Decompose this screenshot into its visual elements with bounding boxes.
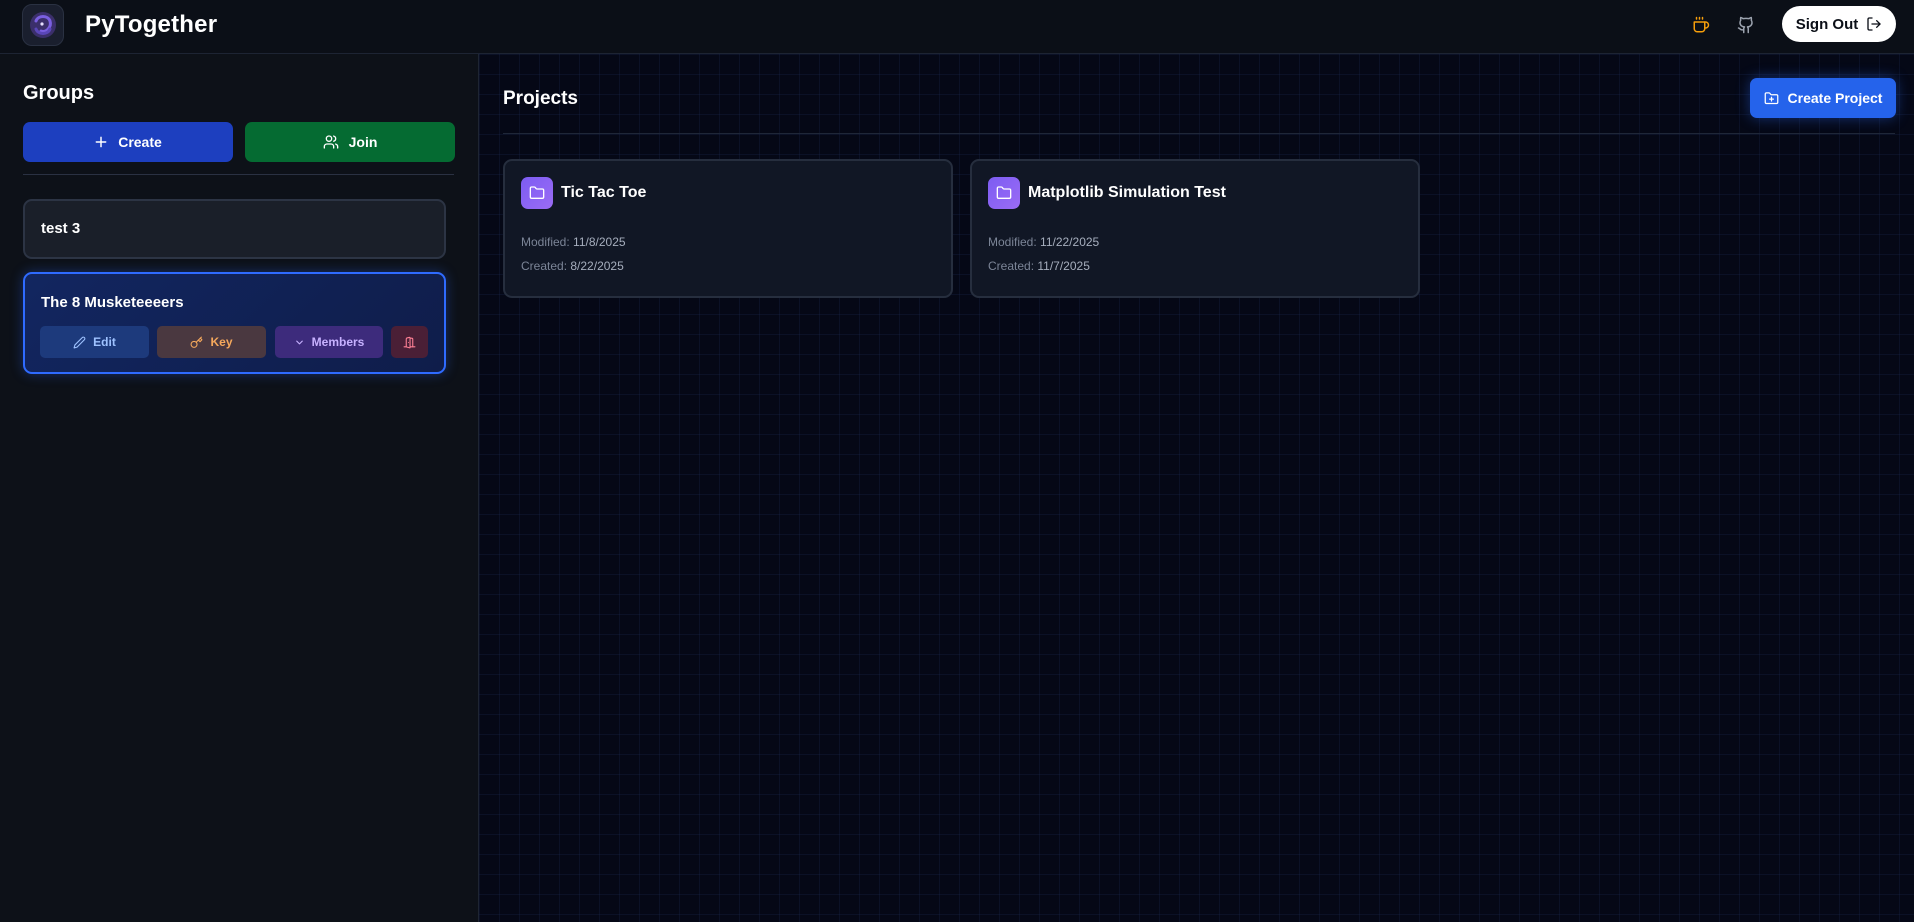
chevron-down-icon [294,337,305,348]
modified-label: Modified: [521,235,570,249]
project-modified: Modified: 11/8/2025 [521,235,626,249]
projects-title: Projects [503,88,578,109]
edit-label: Edit [93,335,116,349]
projects-panel: Projects Create Project Tic Tac Toe Modi… [479,54,1914,922]
github-icon[interactable] [1734,13,1758,37]
members-label: Members [311,335,365,349]
modified-date: 11/8/2025 [573,235,626,249]
sign-out-button[interactable]: Sign Out [1782,6,1896,42]
groups-title: Groups [23,82,95,104]
modified-date: 11/22/2025 [1040,235,1100,249]
key-label: Key [210,335,233,349]
top-bar: PyTogether Sign Out [0,0,1914,54]
join-group-button[interactable]: Join [245,122,455,162]
key-icon [190,336,203,349]
created-label: Created: [988,259,1035,273]
plus-icon [94,135,108,149]
sign-out-icon [1866,16,1882,32]
folder-icon [988,177,1020,209]
create-project-label: Create Project [1787,90,1883,106]
create-group-label: Create [118,134,162,150]
group-item-the-8-musketeeeers[interactable]: The 8 Musketeeeers Edit Key Members [23,272,446,374]
door-exit-icon [403,336,416,349]
join-group-label: Join [348,134,378,150]
create-group-button[interactable]: Create [23,122,233,162]
project-created: Created: 11/7/2025 [988,259,1090,273]
project-created: Created: 8/22/2025 [521,259,624,273]
group-name: The 8 Musketeeeers [41,294,184,311]
users-icon [323,134,339,150]
leave-group-button[interactable] [391,326,428,358]
members-toggle-button[interactable]: Members [275,326,383,358]
modified-label: Modified: [988,235,1037,249]
group-item-test-3[interactable]: test 3 [23,199,446,259]
created-date: 11/7/2025 [1037,259,1090,273]
sidebar-divider [23,174,454,175]
project-name: Matplotlib Simulation Test [1028,184,1226,201]
group-key-button[interactable]: Key [157,326,266,358]
created-date: 8/22/2025 [570,259,624,273]
pencil-icon [73,336,86,349]
group-name: test 3 [41,220,81,237]
folder-plus-icon [1764,91,1779,106]
sign-out-label: Sign Out [1795,15,1859,33]
project-card-matplotlib-simulation-test[interactable]: Matplotlib Simulation Test Modified: 11/… [970,159,1420,298]
create-project-button[interactable]: Create Project [1750,78,1896,118]
created-label: Created: [521,259,568,273]
app-title: PyTogether [85,11,218,38]
projects-divider [503,133,1895,134]
project-name: Tic Tac Toe [561,184,647,201]
edit-group-button[interactable]: Edit [40,326,149,358]
pytogether-logo-icon[interactable] [22,4,64,46]
coffee-icon[interactable] [1689,13,1713,37]
folder-icon [521,177,553,209]
project-card-tic-tac-toe[interactable]: Tic Tac Toe Modified: 11/8/2025 Created:… [503,159,953,298]
groups-sidebar: Groups Create Join test 3 The 8 Musketee… [0,54,479,922]
project-modified: Modified: 11/22/2025 [988,235,1099,249]
